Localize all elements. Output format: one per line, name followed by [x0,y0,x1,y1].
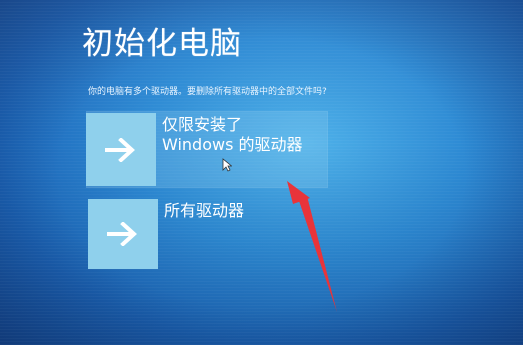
page-title: 初始化电脑 [82,26,242,62]
option-all-drives[interactable]: 所有驱动器 [88,199,268,269]
drive-question-text: 你的电脑有多个驱动器。要删除所有驱动器中的全部文件吗? [88,87,327,97]
option-label-line2: Windows 的驱动器 [162,135,303,154]
option-windows-drive-only-label: 仅限安装了 Windows 的驱动器 [162,115,303,155]
arrow-right-icon [86,113,156,186]
option-label-line1: 所有驱动器 [164,201,245,220]
option-label-line1: 仅限安装了 [162,115,243,134]
arrow-right-icon [88,199,158,269]
mouse-cursor-icon [222,158,232,172]
option-windows-drive-only[interactable]: 仅限安装了 Windows 的驱动器 [86,111,328,188]
option-all-drives-label: 所有驱动器 [164,201,244,221]
